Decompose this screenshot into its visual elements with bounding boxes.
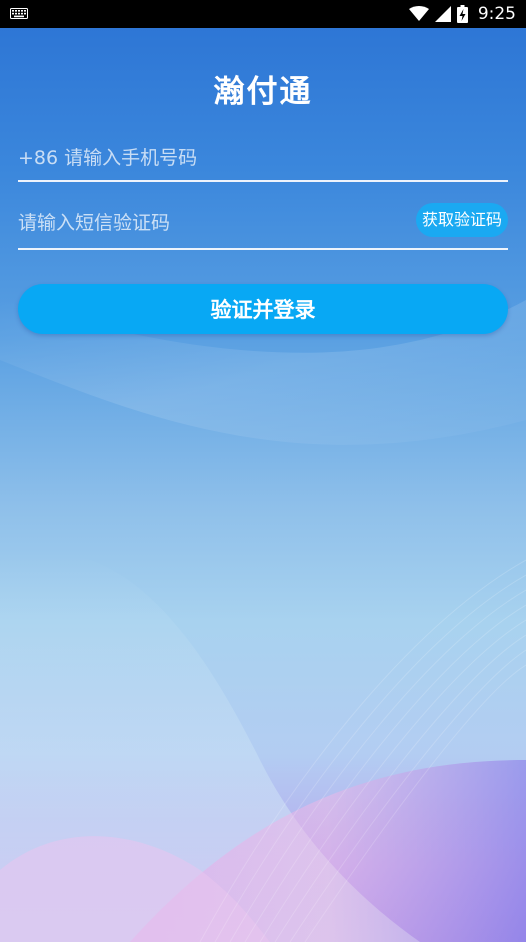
- phone-field: [18, 136, 508, 182]
- status-time: 9:25: [477, 4, 516, 24]
- get-code-button[interactable]: 获取验证码: [415, 203, 508, 237]
- battery-charging-icon: [456, 5, 468, 23]
- keyboard-icon: [10, 8, 28, 19]
- verify-login-button[interactable]: 验证并登录: [18, 284, 508, 334]
- sms-code-field: 获取验证码: [18, 198, 508, 250]
- status-indicators: 9:25: [408, 0, 516, 28]
- status-bar: 9:25: [0, 0, 526, 28]
- sms-code-input[interactable]: [18, 198, 398, 248]
- phone-input[interactable]: [18, 136, 508, 180]
- login-screen: 9:25 瀚付通 获取验证码 验证并登录: [0, 0, 526, 942]
- wifi-icon: [408, 6, 429, 21]
- signal-icon: [434, 6, 451, 22]
- app-title: 瀚付通: [213, 74, 313, 110]
